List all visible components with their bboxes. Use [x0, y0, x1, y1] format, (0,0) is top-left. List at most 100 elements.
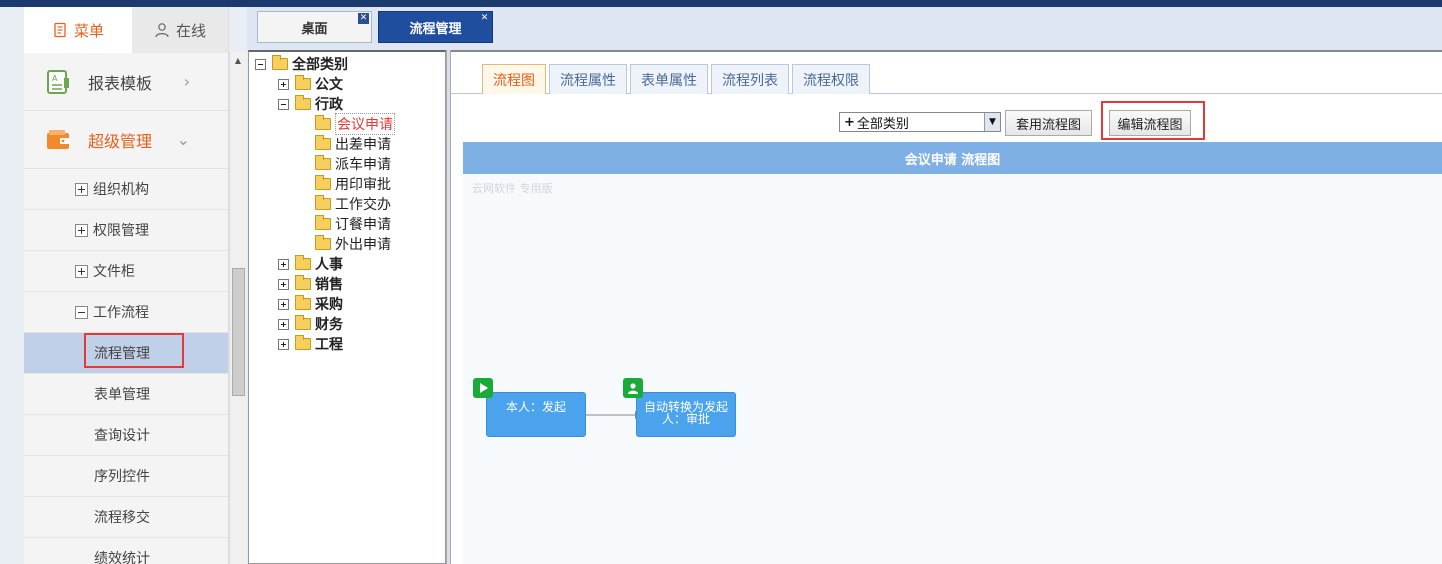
- expand-icon[interactable]: [278, 318, 289, 330]
- tab-flowchart[interactable]: 流程图: [482, 64, 546, 94]
- expand-icon[interactable]: [278, 298, 289, 310]
- tree-leaf-seal-approval[interactable]: 用印审批: [315, 174, 391, 194]
- flow-node-label: 本人：发起: [505, 400, 566, 414]
- folder-icon: [315, 135, 331, 150]
- tree-node-renshi[interactable]: 人事: [278, 254, 343, 274]
- sidebar-item-permissions[interactable]: 权限管理: [24, 210, 228, 251]
- main-content: 流程图 流程属性 表单属性 流程列表 流程权限 + 全部类别 ▼ 套用流程图 编…: [451, 50, 1442, 564]
- folder-icon: [315, 155, 331, 170]
- apply-flowchart-button[interactable]: 套用流程图: [1005, 110, 1092, 136]
- flowchart-canvas[interactable]: 云网软件 专用版 本人：发起 自动转换为发起人：审批: [463, 174, 1442, 564]
- sidebar-tabs: 菜单 在线: [24, 7, 228, 53]
- collapse-icon[interactable]: [255, 58, 266, 70]
- tab-online[interactable]: 在线: [132, 7, 228, 53]
- chevron-down-icon: ⌄: [176, 130, 190, 149]
- tree-node-gongwen[interactable]: 公文: [278, 74, 343, 94]
- tab-form-properties[interactable]: 表单属性: [630, 64, 708, 94]
- start-icon: [473, 378, 493, 398]
- tree-leaf-outing[interactable]: 外出申请: [315, 234, 391, 254]
- tree-leaf-meeting[interactable]: 会议申请: [315, 113, 395, 135]
- tree-node-caigou[interactable]: 采购: [278, 294, 343, 314]
- folder-icon: [272, 55, 288, 70]
- tree-label: 采购: [315, 297, 343, 313]
- tab-flow-list[interactable]: 流程列表: [711, 64, 789, 94]
- sidebar-scrollbar[interactable]: ▲: [229, 52, 246, 564]
- sidebar-item-performance-stats[interactable]: 绩效统计: [24, 538, 228, 564]
- folder-icon: [315, 235, 331, 250]
- sidebar-item-label: 组织机构: [93, 182, 149, 198]
- close-icon[interactable]: ✕: [479, 13, 490, 24]
- user-icon: [155, 23, 169, 38]
- chevron-down-icon[interactable]: ▼: [984, 113, 1000, 131]
- expand-icon[interactable]: [75, 223, 88, 237]
- sidebar-item-query-design[interactable]: 查询设计: [24, 415, 228, 456]
- window-tab-desktop[interactable]: 桌面 ✕: [257, 11, 372, 43]
- sidebar-item-flow-management[interactable]: 流程管理: [24, 333, 228, 374]
- tree-label: 全部类别: [292, 57, 348, 73]
- tree-label: 行政: [315, 97, 343, 113]
- sidebar-item-form-management[interactable]: 表单管理: [24, 374, 228, 415]
- sidebar-menu: 菜单 在线 A 报表模板 › 超级管理 ⌄ 组织机构 权限管理 文件柜 工作流程…: [24, 7, 229, 564]
- expand-icon[interactable]: [278, 278, 289, 290]
- folder-icon: [295, 275, 311, 290]
- tab-flow-properties[interactable]: 流程属性: [549, 64, 627, 94]
- expand-icon[interactable]: [278, 258, 289, 270]
- tree-node-gongcheng[interactable]: 工程: [278, 334, 343, 354]
- watermark: 云网软件 专用版: [472, 182, 553, 195]
- tree-leaf-work-assign[interactable]: 工作交办: [315, 194, 391, 214]
- tree-node-xingzheng[interactable]: 行政: [278, 94, 343, 114]
- flowchart-title: 会议申请 流程图: [463, 142, 1442, 174]
- tree-root[interactable]: 全部类别: [255, 54, 348, 74]
- menu-group-super-admin[interactable]: 超级管理 ⌄: [24, 111, 228, 169]
- close-icon[interactable]: ✕: [358, 13, 369, 24]
- tree-leaf-car-request[interactable]: 派车申请: [315, 154, 391, 174]
- content-tab-bar: 流程图 流程属性 表单属性 流程列表 流程权限: [451, 52, 1442, 94]
- tab-flow-permissions[interactable]: 流程权限: [792, 64, 870, 94]
- tree-leaf-business-trip[interactable]: 出差申请: [315, 134, 391, 154]
- flow-node-label: 自动转换为发起人：审批: [643, 400, 728, 426]
- folder-icon: [315, 195, 331, 210]
- edit-flowchart-button[interactable]: 编辑流程图: [1109, 110, 1191, 136]
- plus-icon: +: [844, 114, 855, 130]
- tree-label: 出差申请: [335, 137, 391, 153]
- expand-icon[interactable]: [75, 264, 88, 278]
- window-tab-label: 流程管理: [409, 21, 462, 37]
- tab-menu[interactable]: 菜单: [24, 7, 132, 53]
- sidebar-item-sequence-control[interactable]: 序列控件: [24, 456, 228, 497]
- tree-leaf-meal-order[interactable]: 订餐申请: [315, 214, 391, 234]
- top-banner: [0, 0, 1442, 7]
- sidebar-item-org[interactable]: 组织机构: [24, 169, 228, 210]
- collapse-icon[interactable]: [75, 305, 88, 319]
- expand-icon[interactable]: [278, 338, 289, 350]
- folder-icon: [295, 315, 311, 330]
- wallet-icon: [47, 129, 69, 149]
- expand-icon[interactable]: [278, 78, 289, 90]
- tree-label: 销售: [315, 277, 343, 293]
- sidebar-item-label: 文件柜: [93, 264, 135, 280]
- tree-label: 公文: [315, 77, 343, 93]
- tree-label: 人事: [315, 257, 343, 273]
- document-icon: [54, 22, 66, 38]
- tab-menu-label: 菜单: [73, 21, 104, 40]
- flow-node-approve[interactable]: 自动转换为发起人：审批: [636, 392, 736, 437]
- window-tab-flow-management[interactable]: 流程管理 ✕: [378, 11, 493, 43]
- tree-label: 财务: [315, 317, 343, 333]
- tree-label: 订餐申请: [335, 217, 391, 233]
- folder-icon: [315, 115, 331, 130]
- sidebar-item-flow-transfer[interactable]: 流程移交: [24, 497, 228, 538]
- category-tree: 全部类别 公文 行政 会议申请 出差申请 派车申请 用印审批 工作交办 订餐申请…: [248, 50, 446, 564]
- menu-group-report-template[interactable]: A 报表模板 ›: [24, 53, 228, 111]
- flow-node-start[interactable]: 本人：发起: [486, 392, 586, 437]
- scrollbar-thumb[interactable]: [232, 268, 245, 396]
- sidebar-item-workflow[interactable]: 工作流程: [24, 292, 228, 333]
- menu-group-label: 超级管理: [88, 131, 153, 151]
- sidebar-item-file-cabinet[interactable]: 文件柜: [24, 251, 228, 292]
- category-select[interactable]: + 全部类别 ▼: [839, 112, 1001, 132]
- expand-icon[interactable]: [75, 182, 88, 196]
- tree-node-xiaoshou[interactable]: 销售: [278, 274, 343, 294]
- collapse-icon[interactable]: [278, 98, 289, 110]
- tree-node-caiwu[interactable]: 财务: [278, 314, 343, 334]
- folder-icon: [295, 75, 311, 90]
- scroll-up-icon[interactable]: ▲: [230, 52, 246, 68]
- folder-icon: [295, 335, 311, 350]
